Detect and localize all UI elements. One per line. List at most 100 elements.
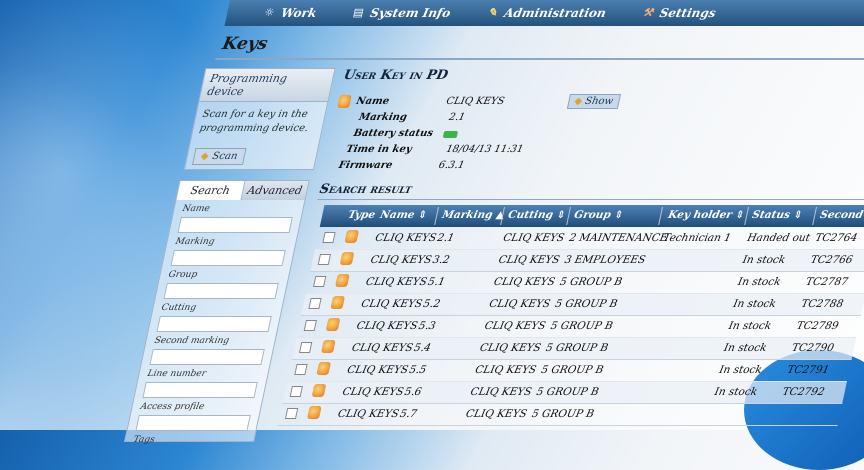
name-input[interactable] (177, 217, 293, 233)
row-checkbox[interactable] (322, 232, 336, 243)
cell-name: CLIQ KEYS (336, 408, 401, 420)
col-second-marking[interactable]: Second M (819, 209, 864, 221)
table-row[interactable]: CLIQ KEYS 5.3 CLIQ KEYS 5 GROUP B In sto… (296, 315, 862, 338)
col-separator (566, 207, 572, 225)
col-key-holder-label: Key holder (667, 209, 734, 221)
cell-marking: 5.4 (412, 342, 433, 354)
cell-cutting: CLIQ KEYS (469, 386, 533, 398)
col-marking-label: Marking (441, 209, 494, 221)
app-window: ☼ Work ▤ System Info ✎ Administration ⚒ … (0, 0, 864, 445)
scan-icon: ◆ (199, 151, 210, 162)
uk-battery-row: Battery status (352, 128, 459, 139)
show-icon: ◆ (573, 96, 584, 107)
menu-label: Work (279, 6, 318, 20)
cell-group: 5 GROUP B (549, 320, 614, 332)
result-divider (317, 199, 864, 200)
field-label: Second marking (153, 336, 231, 346)
line-number-input[interactable] (142, 382, 258, 398)
wrench-icon: ⚒ (641, 6, 655, 19)
marking-input[interactable] (170, 250, 286, 266)
uk-time-value: 18/04/13 11:31 (445, 144, 525, 155)
key-icon (325, 318, 341, 331)
table-row[interactable]: CLIQ KEYS 3.2 CLIQ KEYS 3 EMPLOYEES In s… (310, 249, 864, 272)
cell-marking: 5.5 (408, 364, 428, 376)
search-tabs: Search Advanced (176, 181, 309, 200)
menu-administration[interactable]: ✎ Administration (485, 6, 607, 20)
cell-status: In stock (732, 298, 778, 310)
col-type[interactable]: Type (347, 209, 376, 221)
field-label: Marking (174, 237, 216, 247)
cell-status: In stock (718, 364, 764, 376)
programming-device-panel: Programming device Scan for a key in the… (183, 68, 336, 170)
col-separator (812, 207, 818, 225)
key-icon (311, 384, 327, 397)
row-checkbox[interactable] (308, 298, 322, 309)
table-row[interactable]: CLIQ KEYS 5.4 CLIQ KEYS 5 GROUP B In sto… (291, 337, 857, 360)
uk-firmware-row: Firmware 6.3.1 (338, 160, 466, 171)
col-group[interactable]: Group ⇕ (573, 209, 625, 221)
uk-marking-label: Marking (357, 112, 409, 123)
cell-status: Handed out (746, 232, 812, 244)
col-status-label: Status (751, 209, 792, 221)
cell-name: CLIQ KEYS (374, 232, 438, 244)
tab-search[interactable]: Search (176, 181, 246, 200)
row-checkbox[interactable] (284, 408, 299, 419)
programming-device-tab[interactable]: Programming device (199, 69, 335, 102)
uk-battery-label: Battery status (352, 128, 435, 139)
cell-second: TC2792 (781, 386, 826, 398)
key-icon (337, 95, 352, 108)
uk-name-row: Name CLIQ KEYS (355, 96, 505, 107)
row-checkbox[interactable] (317, 254, 332, 265)
cell-group: 3 EMPLOYEES (563, 254, 647, 266)
row-checkbox[interactable] (289, 386, 303, 397)
field-label: Name (181, 204, 211, 214)
col-name[interactable]: Name ⇕ (379, 209, 428, 221)
cell-marking: 5.7 (398, 408, 418, 420)
cell-group: 5 GROUP B (554, 298, 619, 310)
cell-name: CLIQ KEYS (364, 276, 429, 288)
table-row[interactable]: CLIQ KEYS 2.1 CLIQ KEYS 2 MAINTENANCE Te… (314, 227, 864, 250)
key-icon (330, 296, 346, 309)
cutting-input[interactable] (156, 316, 272, 332)
col-marking[interactable]: Marking ▲ (441, 209, 505, 221)
table-row[interactable]: CLIQ KEYS 5.5 CLIQ KEYS 5 GROUP B In sto… (286, 359, 852, 382)
cell-group: 5 GROUP B (558, 276, 624, 288)
table-row[interactable]: CLIQ KEYS 5.7 CLIQ KEYS 5 GROUP B (277, 403, 843, 426)
access-profile-input[interactable] (135, 415, 251, 431)
cell-holder: Technician 1 (662, 232, 733, 244)
row-checkbox[interactable] (303, 320, 317, 331)
row-checkbox[interactable] (298, 342, 313, 353)
line-number-field: Line number (134, 365, 269, 398)
show-label: Show (583, 96, 615, 107)
uk-time-label: Time in key (345, 144, 413, 155)
cell-second: TC2788 (800, 298, 845, 310)
col-name-label: Name (379, 209, 416, 221)
scan-button[interactable]: ◆ Scan (191, 148, 247, 165)
menu-work[interactable]: ☼ Work (262, 6, 318, 20)
cell-second: TC2790 (790, 342, 836, 354)
col-status[interactable]: Status ⇕ (751, 209, 804, 221)
key-icon (344, 230, 360, 243)
table-row[interactable]: CLIQ KEYS 5.1 CLIQ KEYS 5 GROUP B In sto… (305, 271, 864, 294)
uk-name-label: Name (355, 96, 391, 107)
table-row[interactable]: CLIQ KEYS 5.2 CLIQ KEYS 5 GROUP B In sto… (300, 293, 864, 316)
group-input[interactable] (163, 283, 279, 299)
col-cutting[interactable]: Cutting ⇕ (507, 209, 567, 221)
second-marking-input[interactable] (149, 349, 265, 365)
menu-system-info[interactable]: ▤ System Info (351, 6, 452, 20)
row-checkbox[interactable] (312, 276, 327, 287)
col-key-holder[interactable]: Key holder ⇕ (667, 209, 746, 221)
field-label: Access profile (139, 402, 206, 412)
row-checkbox[interactable] (294, 364, 308, 375)
table-row[interactable]: CLIQ KEYS 5.6 CLIQ KEYS 5 GROUP B In sto… (282, 381, 848, 404)
cell-group: 5 GROUP B (535, 386, 600, 398)
show-button[interactable]: ◆ Show (566, 94, 621, 109)
tab-advanced[interactable]: Advanced (240, 181, 309, 200)
uk-time-row: Time in key 18/04/13 11:31 (345, 144, 524, 155)
cell-marking: 2.1 (436, 232, 456, 244)
cell-cutting: CLIQ KEYS (478, 342, 543, 354)
cell-status: In stock (727, 320, 773, 332)
menu-settings[interactable]: ⚒ Settings (640, 6, 718, 20)
cell-name: CLIQ KEYS (369, 254, 433, 266)
col-separator (658, 207, 664, 225)
